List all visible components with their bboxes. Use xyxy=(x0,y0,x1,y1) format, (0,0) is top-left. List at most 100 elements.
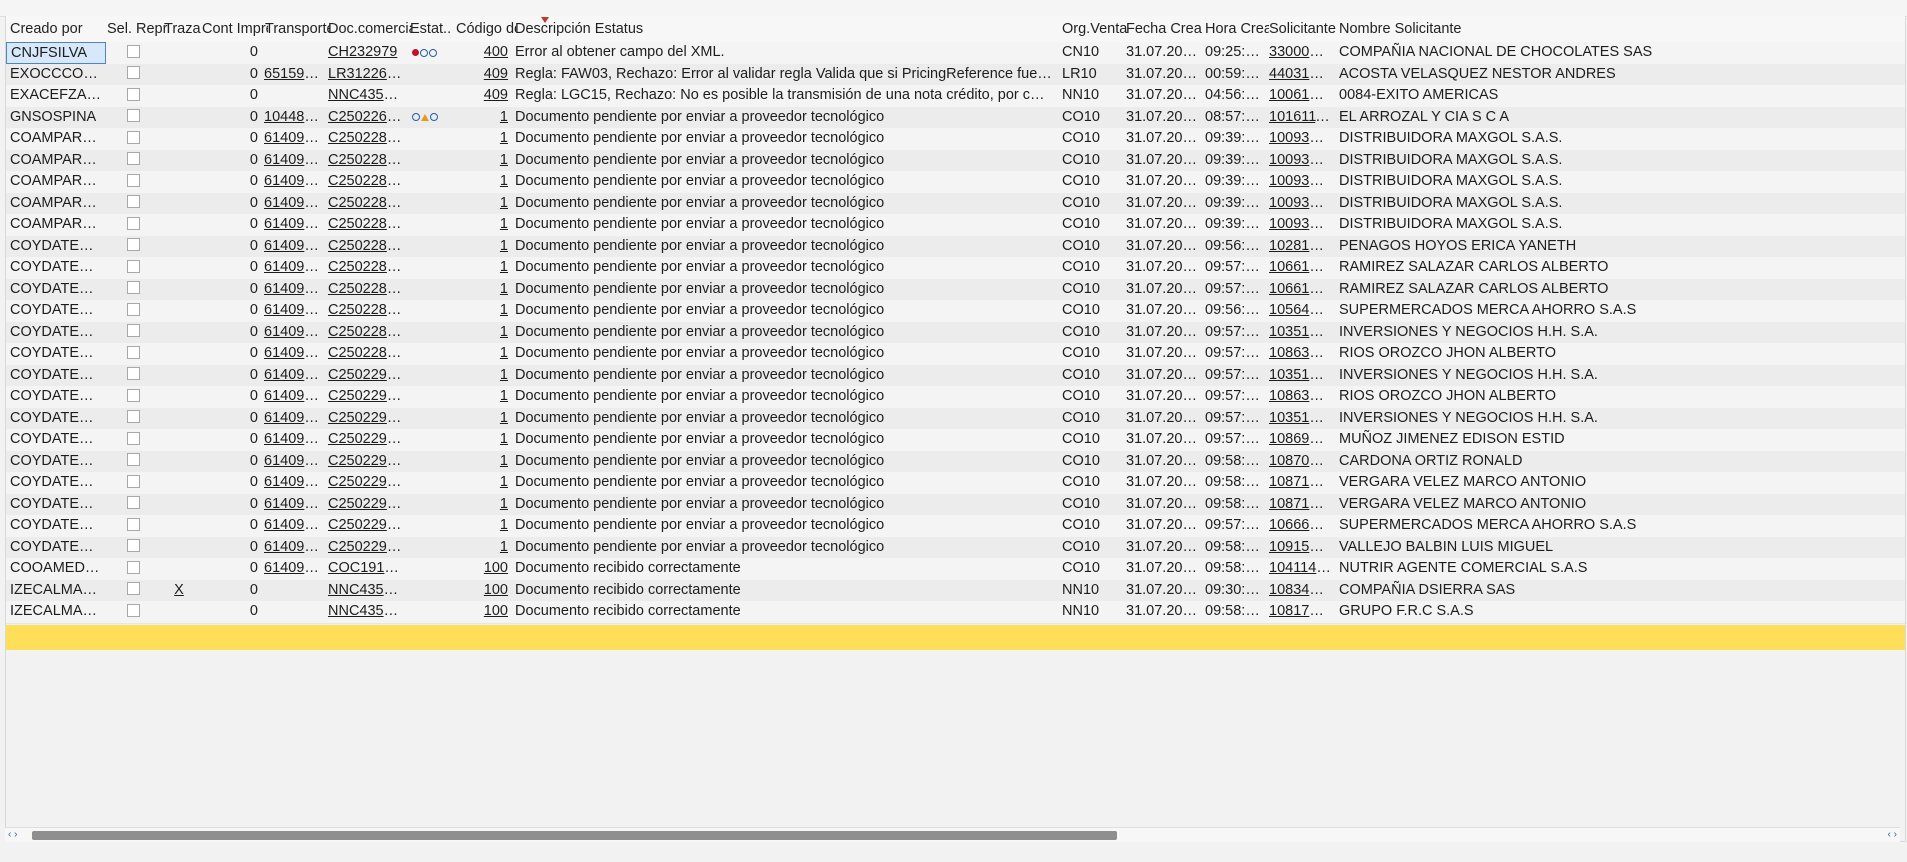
col-header-hora[interactable]: Hora Creac xyxy=(1201,16,1269,42)
cell-transp[interactable]: 614094371 xyxy=(260,515,326,537)
cell-solic[interactable]: 10666998 xyxy=(1265,515,1335,537)
cell-transp[interactable]: 614094551 xyxy=(260,558,326,580)
cell-doc[interactable]: COC1914777 xyxy=(324,558,406,580)
col-header-org-ventas[interactable]: Org.Ventas xyxy=(1058,16,1128,42)
sel-repro-checkbox[interactable] xyxy=(126,130,140,144)
cell-creado[interactable]: CNJFSILVA xyxy=(6,42,106,64)
cell-transp[interactable]: 614094370 xyxy=(260,408,326,430)
cell-sel-repro[interactable] xyxy=(103,451,163,473)
cell-codigo[interactable]: 1 xyxy=(452,451,512,473)
cell-doc[interactable]: CH232979 xyxy=(324,42,406,64)
cell-codigo[interactable]: 1 xyxy=(452,365,512,387)
cell-codigo[interactable]: 1 xyxy=(452,515,512,537)
cell-codigo[interactable]: 1 xyxy=(452,322,512,344)
sel-repro-checkbox[interactable] xyxy=(126,388,140,402)
cell-transp[interactable]: 614094378 xyxy=(260,343,326,365)
cell-solic[interactable]: 10834384 xyxy=(1265,580,1335,602)
cell-sel-repro[interactable] xyxy=(103,472,163,494)
cell-codigo[interactable]: 409 xyxy=(452,64,512,86)
sel-repro-checkbox[interactable] xyxy=(126,474,140,488)
sel-repro-checkbox[interactable] xyxy=(126,603,140,617)
table-row[interactable]: COYDATEHORTU 0614094378C25022901 1Document… xyxy=(6,386,1905,409)
table-row[interactable]: COYDATEHORTU 0614094371C25022906 1Document… xyxy=(6,515,1905,538)
table-row[interactable]: GNSOSPINA 0 10448337 C25022607 1 Documento pe… xyxy=(6,106,1905,129)
table-row[interactable]: COYDATEHORTU 0614094370C25022897 1Document… xyxy=(6,321,1905,344)
cell-doc[interactable]: C25022901 xyxy=(324,386,406,408)
sel-repro-checkbox[interactable] xyxy=(126,152,140,166)
table-row[interactable]: COAMPARDO 0614094441C25022851 1Documento p… xyxy=(6,128,1905,151)
sel-repro-checkbox[interactable] xyxy=(126,195,140,209)
cell-sel-repro[interactable] xyxy=(103,558,163,580)
table-row[interactable]: COAMPARDO 0614094441C25022864 1Documento p… xyxy=(6,171,1905,194)
cell-traza[interactable] xyxy=(160,494,198,516)
sel-repro-checkbox[interactable] xyxy=(126,109,140,123)
cell-sel-repro[interactable] xyxy=(103,386,163,408)
sel-repro-checkbox[interactable] xyxy=(126,44,140,58)
cell-traza[interactable] xyxy=(160,472,198,494)
sel-repro-checkbox[interactable] xyxy=(126,216,140,230)
cell-traza[interactable] xyxy=(160,537,198,559)
sel-repro-checkbox[interactable] xyxy=(126,173,140,187)
sel-repro-checkbox[interactable] xyxy=(126,431,140,445)
cell-transp[interactable]: 614094441 xyxy=(260,214,326,236)
sel-repro-checkbox[interactable] xyxy=(126,281,140,295)
table-row[interactable]: COYDATEHORTU 0614094378C25022905 1Document… xyxy=(6,472,1905,495)
cell-transp[interactable] xyxy=(260,85,326,107)
cell-traza[interactable] xyxy=(160,171,198,193)
cell-transp[interactable]: 614094370 xyxy=(260,236,326,258)
table-row[interactable]: IZECALMANZA 0 NNC4354869 100Documento recib… xyxy=(6,601,1905,624)
sel-repro-checkbox[interactable] xyxy=(126,259,140,273)
table-row[interactable]: EXACEFZAMUDI 0 NNC4354738 409Regla: LGC15, … xyxy=(6,85,1905,108)
cell-codigo[interactable]: 100 xyxy=(452,558,512,580)
cell-codigo[interactable]: 100 xyxy=(452,580,512,602)
cell-solic[interactable]: 10817777 xyxy=(1265,601,1335,623)
cell-transp[interactable] xyxy=(260,601,326,623)
cell-sel-repro[interactable] xyxy=(103,365,163,387)
cell-transp[interactable]: 614094441 xyxy=(260,150,326,172)
cell-sel-repro[interactable] xyxy=(103,257,163,279)
cell-sel-repro[interactable] xyxy=(103,537,163,559)
table-row[interactable]: IZECALMANZA X 0 NNC4354788 100Documento reci… xyxy=(6,579,1905,602)
cell-solic[interactable]: 10093524 xyxy=(1265,214,1335,236)
cell-transp[interactable]: 614094370 xyxy=(260,322,326,344)
sel-repro-checkbox[interactable] xyxy=(126,87,140,101)
table-row[interactable]: COOAMEDRANO 0614094551COC1914777 100Docume… xyxy=(6,558,1905,581)
cell-traza[interactable] xyxy=(160,558,198,580)
cell-codigo[interactable]: 1 xyxy=(452,408,512,430)
cell-doc[interactable]: C25022906 xyxy=(324,515,406,537)
cell-traza[interactable] xyxy=(160,42,198,64)
col-header-nombre[interactable]: Nombre Solicitante xyxy=(1335,16,1899,42)
cell-sel-repro[interactable] xyxy=(103,128,163,150)
cell-sel-repro[interactable] xyxy=(103,64,163,86)
cell-transp[interactable]: 651591903 xyxy=(260,64,326,86)
sel-repro-checkbox[interactable] xyxy=(126,560,140,574)
cell-solic[interactable]: 10863461 xyxy=(1265,343,1335,365)
cell-traza[interactable] xyxy=(160,128,198,150)
cell-traza[interactable] xyxy=(160,279,198,301)
table-row[interactable]: COAMPARDO 0614094441C25022855 1Documento p… xyxy=(6,149,1905,172)
table-row[interactable]: COYDATEHORTU 0614094378C25022908 1Document… xyxy=(6,536,1905,559)
cell-codigo[interactable]: 1 xyxy=(452,429,512,451)
scrollbar-thumb[interactable] xyxy=(32,831,1117,840)
table-row[interactable]: COYDATEHORTU 0614094378C25022898 1Document… xyxy=(6,278,1905,301)
cell-solic[interactable]: 10061699 xyxy=(1265,85,1335,107)
cell-traza[interactable]: X xyxy=(160,580,198,602)
cell-solic[interactable]: 33000858 xyxy=(1265,42,1335,64)
cell-codigo[interactable]: 1 xyxy=(452,494,512,516)
cell-doc[interactable]: C25022905 xyxy=(324,472,406,494)
cell-solic[interactable]: 10093524 xyxy=(1265,171,1335,193)
cell-transp[interactable] xyxy=(260,580,326,602)
cell-codigo[interactable]: 1 xyxy=(452,472,512,494)
cell-traza[interactable] xyxy=(160,515,198,537)
cell-solic[interactable]: 44031800 xyxy=(1265,64,1335,86)
cell-codigo[interactable]: 1 xyxy=(452,150,512,172)
cell-sel-repro[interactable] xyxy=(103,193,163,215)
cell-traza[interactable] xyxy=(160,451,198,473)
cell-transp[interactable] xyxy=(260,42,326,64)
cell-doc[interactable]: C25022902 xyxy=(324,408,406,430)
cell-transp[interactable]: 614094378 xyxy=(260,494,326,516)
cell-traza[interactable] xyxy=(160,107,198,129)
table-row[interactable]: COYDATEHORTU 0614094370C25022894 1Document… xyxy=(6,235,1905,258)
cell-doc[interactable]: C25022900 xyxy=(324,365,406,387)
cell-traza[interactable] xyxy=(160,257,198,279)
